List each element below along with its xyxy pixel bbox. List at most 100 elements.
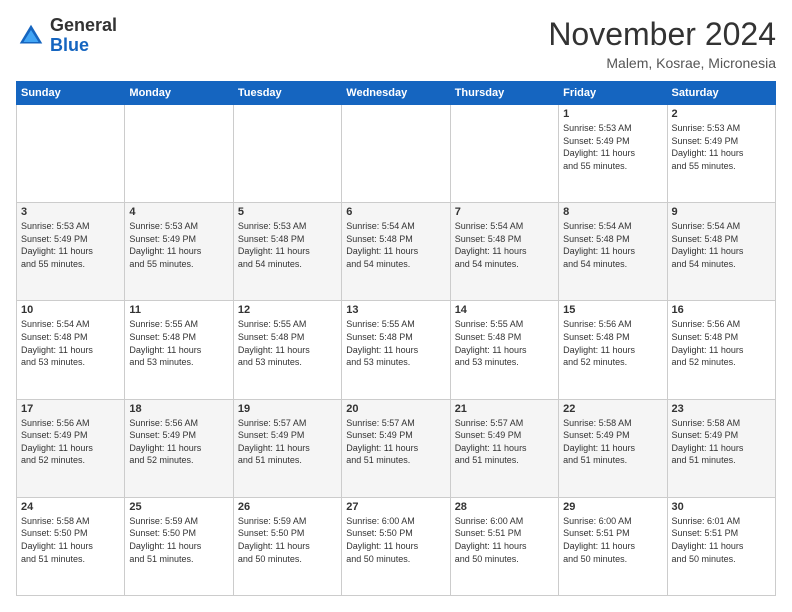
calendar-week-3: 10Sunrise: 5:54 AMSunset: 5:48 PMDayligh… <box>17 301 776 399</box>
day-number: 19 <box>238 403 337 415</box>
calendar-week-4: 17 Sunrise: 5:56 AMSunset: 5:49 PMDayligh… <box>17 399 776 497</box>
table-row: 11 Sunrise: 5:55 AMSunset: 5:48 PMDayligh… <box>125 301 233 399</box>
calendar-week-1: 1Sunrise: 5:53 AMSunset: 5:49 PMDaylight… <box>17 105 776 203</box>
day-info: Sunrise: 5:59 AMSunset: 5:50 PMDaylight:… <box>129 515 228 565</box>
day-info: Sunrise: 6:00 AMSunset: 5:51 PMDaylight:… <box>563 515 662 565</box>
table-row: 10Sunrise: 5:54 AMSunset: 5:48 PMDayligh… <box>17 301 125 399</box>
day-info: Sunrise: 5:53 AMSunset: 5:49 PMDaylight:… <box>129 220 228 270</box>
day-number: 6 <box>346 206 445 218</box>
day-number: 30 <box>672 501 771 513</box>
location: Malem, Kosrae, Micronesia <box>548 55 776 71</box>
day-info: Sunrise: 6:01 AMSunset: 5:51 PMDaylight:… <box>672 515 771 565</box>
table-row: 7 Sunrise: 5:54 AMSunset: 5:48 PMDaylight… <box>450 203 558 301</box>
table-row <box>17 105 125 203</box>
table-row: 14 Sunrise: 5:55 AMSunset: 5:48 PMDayligh… <box>450 301 558 399</box>
header-tuesday: Tuesday <box>233 82 341 105</box>
table-row: 9 Sunrise: 5:54 AMSunset: 5:48 PMDaylight… <box>667 203 775 301</box>
title-area: November 2024 Malem, Kosrae, Micronesia <box>548 16 776 71</box>
header-saturday: Saturday <box>667 82 775 105</box>
day-number: 15 <box>563 304 662 316</box>
logo-text: General Blue <box>50 16 117 56</box>
table-row: 27Sunrise: 6:00 AMSunset: 5:50 PMDayligh… <box>342 497 450 595</box>
day-info: Sunrise: 5:56 AMSunset: 5:48 PMDaylight:… <box>563 318 662 368</box>
day-info: Sunrise: 5:53 AMSunset: 5:49 PMDaylight:… <box>563 122 662 172</box>
day-number: 14 <box>455 304 554 316</box>
day-info: Sunrise: 6:00 AMSunset: 5:51 PMDaylight:… <box>455 515 554 565</box>
day-info: Sunrise: 5:56 AMSunset: 5:48 PMDaylight:… <box>672 318 771 368</box>
day-info: Sunrise: 5:55 AMSunset: 5:48 PMDaylight:… <box>238 318 337 368</box>
page: General Blue November 2024 Malem, Kosrae… <box>0 0 792 612</box>
day-info: Sunrise: 5:54 AMSunset: 5:48 PMDaylight:… <box>455 220 554 270</box>
day-info: Sunrise: 6:00 AMSunset: 5:50 PMDaylight:… <box>346 515 445 565</box>
day-info: Sunrise: 5:54 AMSunset: 5:48 PMDaylight:… <box>346 220 445 270</box>
table-row <box>125 105 233 203</box>
day-info: Sunrise: 5:55 AMSunset: 5:48 PMDaylight:… <box>129 318 228 368</box>
header: General Blue November 2024 Malem, Kosrae… <box>16 16 776 71</box>
header-wednesday: Wednesday <box>342 82 450 105</box>
day-info: Sunrise: 5:57 AMSunset: 5:49 PMDaylight:… <box>238 417 337 467</box>
day-info: Sunrise: 5:55 AMSunset: 5:48 PMDaylight:… <box>455 318 554 368</box>
table-row: 20Sunrise: 5:57 AMSunset: 5:49 PMDayligh… <box>342 399 450 497</box>
table-row: 21 Sunrise: 5:57 AMSunset: 5:49 PMDayligh… <box>450 399 558 497</box>
table-row: 15 Sunrise: 5:56 AMSunset: 5:48 PMDayligh… <box>559 301 667 399</box>
day-info: Sunrise: 5:54 AMSunset: 5:48 PMDaylight:… <box>21 318 120 368</box>
calendar-table: Sunday Monday Tuesday Wednesday Thursday… <box>16 81 776 596</box>
logo: General Blue <box>16 16 117 56</box>
day-number: 21 <box>455 403 554 415</box>
day-number: 5 <box>238 206 337 218</box>
day-info: Sunrise: 5:56 AMSunset: 5:49 PMDaylight:… <box>21 417 120 467</box>
table-row: 1Sunrise: 5:53 AMSunset: 5:49 PMDaylight… <box>559 105 667 203</box>
day-number: 3 <box>21 206 120 218</box>
logo-icon <box>16 21 46 51</box>
table-row: 13Sunrise: 5:55 AMSunset: 5:48 PMDayligh… <box>342 301 450 399</box>
table-row: 6 Sunrise: 5:54 AMSunset: 5:48 PMDaylight… <box>342 203 450 301</box>
header-friday: Friday <box>559 82 667 105</box>
day-info: Sunrise: 5:53 AMSunset: 5:49 PMDaylight:… <box>21 220 120 270</box>
day-number: 20 <box>346 403 445 415</box>
day-number: 17 <box>21 403 120 415</box>
day-number: 22 <box>563 403 662 415</box>
day-number: 29 <box>563 501 662 513</box>
day-info: Sunrise: 5:55 AMSunset: 5:48 PMDaylight:… <box>346 318 445 368</box>
day-info: Sunrise: 5:58 AMSunset: 5:50 PMDaylight:… <box>21 515 120 565</box>
day-number: 4 <box>129 206 228 218</box>
table-row: 5 Sunrise: 5:53 AMSunset: 5:48 PMDaylight… <box>233 203 341 301</box>
day-info: Sunrise: 5:54 AMSunset: 5:48 PMDaylight:… <box>563 220 662 270</box>
day-info: Sunrise: 5:53 AMSunset: 5:48 PMDaylight:… <box>238 220 337 270</box>
day-number: 11 <box>129 304 228 316</box>
day-info: Sunrise: 5:58 AMSunset: 5:49 PMDaylight:… <box>563 417 662 467</box>
table-row: 2Sunrise: 5:53 AMSunset: 5:49 PMDaylight… <box>667 105 775 203</box>
day-info: Sunrise: 5:57 AMSunset: 5:49 PMDaylight:… <box>455 417 554 467</box>
day-number: 23 <box>672 403 771 415</box>
day-number: 8 <box>563 206 662 218</box>
calendar-week-5: 24 Sunrise: 5:58 AMSunset: 5:50 PMDayligh… <box>17 497 776 595</box>
day-info: Sunrise: 5:58 AMSunset: 5:49 PMDaylight:… <box>672 417 771 467</box>
table-row <box>342 105 450 203</box>
day-number: 24 <box>21 501 120 513</box>
day-number: 16 <box>672 304 771 316</box>
table-row: 29 Sunrise: 6:00 AMSunset: 5:51 PMDayligh… <box>559 497 667 595</box>
table-row: 3 Sunrise: 5:53 AMSunset: 5:49 PMDaylight… <box>17 203 125 301</box>
table-row: 22 Sunrise: 5:58 AMSunset: 5:49 PMDayligh… <box>559 399 667 497</box>
day-number: 2 <box>672 108 771 120</box>
table-row: 24 Sunrise: 5:58 AMSunset: 5:50 PMDayligh… <box>17 497 125 595</box>
table-row: 23 Sunrise: 5:58 AMSunset: 5:49 PMDayligh… <box>667 399 775 497</box>
table-row: 25 Sunrise: 5:59 AMSunset: 5:50 PMDayligh… <box>125 497 233 595</box>
header-thursday: Thursday <box>450 82 558 105</box>
table-row: 26Sunrise: 5:59 AMSunset: 5:50 PMDayligh… <box>233 497 341 595</box>
header-sunday: Sunday <box>17 82 125 105</box>
day-number: 12 <box>238 304 337 316</box>
table-row: 30 Sunrise: 6:01 AMSunset: 5:51 PMDayligh… <box>667 497 775 595</box>
table-row: 4 Sunrise: 5:53 AMSunset: 5:49 PMDaylight… <box>125 203 233 301</box>
day-number: 9 <box>672 206 771 218</box>
table-row: 28Sunrise: 6:00 AMSunset: 5:51 PMDayligh… <box>450 497 558 595</box>
table-row: 16 Sunrise: 5:56 AMSunset: 5:48 PMDayligh… <box>667 301 775 399</box>
day-number: 18 <box>129 403 228 415</box>
logo-general: General <box>50 16 117 36</box>
logo-blue: Blue <box>50 36 117 56</box>
calendar-header-row: Sunday Monday Tuesday Wednesday Thursday… <box>17 82 776 105</box>
day-info: Sunrise: 5:54 AMSunset: 5:48 PMDaylight:… <box>672 220 771 270</box>
table-row: 12 Sunrise: 5:55 AMSunset: 5:48 PMDayligh… <box>233 301 341 399</box>
day-number: 7 <box>455 206 554 218</box>
day-number: 25 <box>129 501 228 513</box>
